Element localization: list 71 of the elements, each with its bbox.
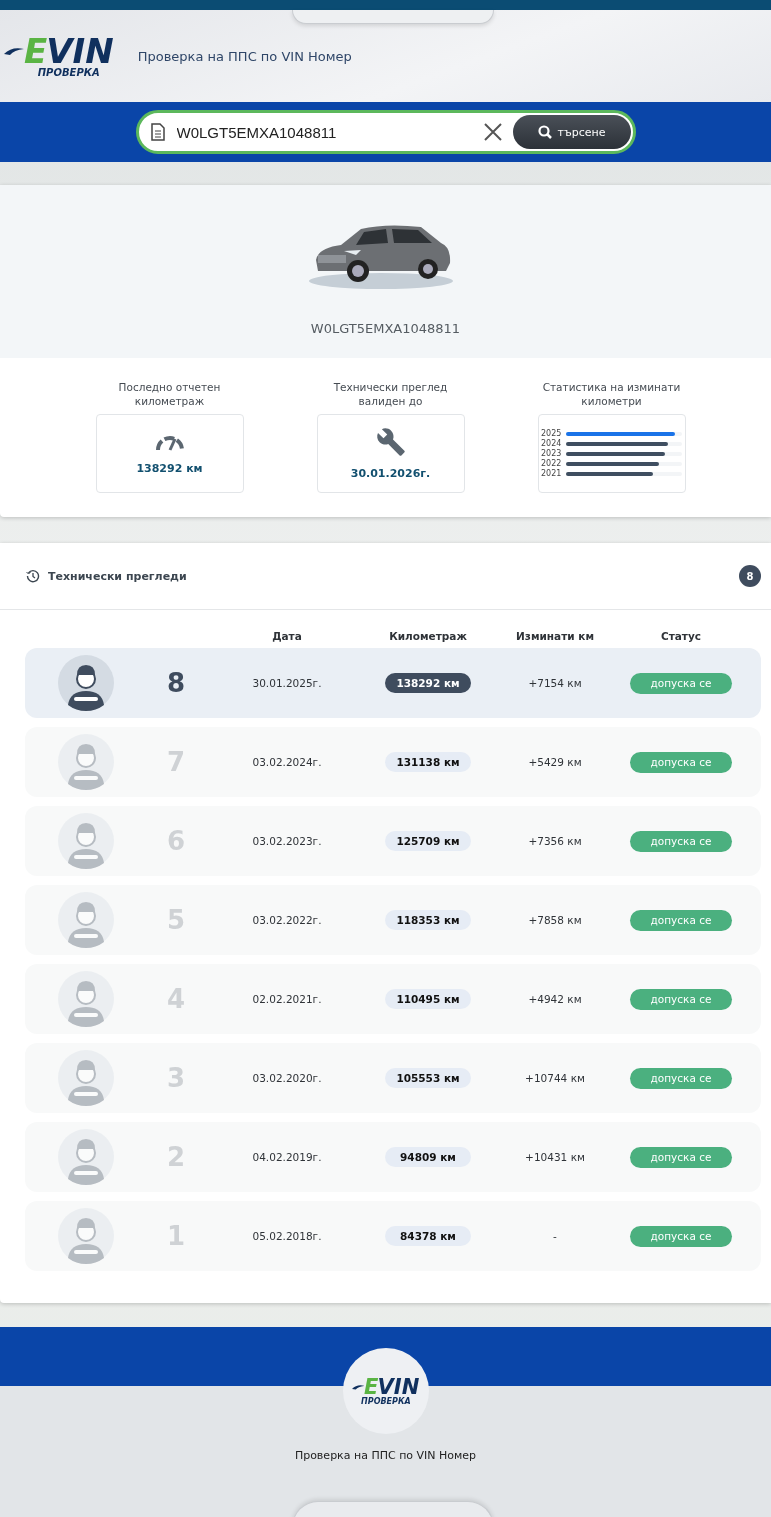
column-header: Статус: [660, 630, 702, 642]
mileage-badge: 94809 км: [385, 1147, 471, 1167]
section-title: Технически прегледи: [48, 569, 187, 583]
distance-text: +7858 км: [528, 914, 582, 926]
mechanic-avatar: [58, 655, 114, 711]
inspection-date: 03.02.2024г.: [252, 756, 322, 768]
column-header: Дата: [271, 630, 303, 642]
mileage-badge: 110495 км: [385, 989, 471, 1009]
mechanic-avatar: [58, 734, 114, 790]
distance-text: +7356 км: [528, 835, 582, 847]
mileage-badge: 84378 км: [385, 1226, 471, 1246]
mechanic-avatar: [58, 1129, 114, 1185]
distance-text: +10744 км: [525, 1072, 585, 1084]
distance-text: -: [553, 1230, 557, 1242]
leaf-icon: [351, 1383, 365, 1391]
history-icon: [26, 569, 40, 583]
wrench-icon: [375, 427, 406, 457]
mileage-badge: 125709 км: [385, 831, 471, 851]
stat-label: Технически преглед валиден до: [332, 380, 449, 408]
mileage-badge: 138292 км: [385, 673, 471, 693]
search-icon: [537, 125, 552, 139]
chart-year: 2024: [541, 439, 563, 448]
mileage-badge: 118353 км: [385, 910, 471, 930]
inspection-date: 04.02.2019г.: [252, 1151, 322, 1163]
chart-year: 2021: [541, 469, 563, 478]
stat-value: 138292 км: [136, 462, 203, 475]
mechanic-avatar: [58, 1208, 114, 1264]
mechanic-avatar: [58, 892, 114, 948]
status-badge: допуска се: [630, 988, 732, 1010]
status-badge: допуска се: [630, 1225, 732, 1247]
chart-year: 2022: [541, 459, 563, 468]
inspection-date: 02.02.2021г.: [252, 993, 322, 1005]
chart-year: 2025: [541, 429, 563, 438]
status-badge: допуска се: [630, 909, 732, 931]
status-badge: допуска се: [630, 751, 732, 773]
status-badge: допуска се: [630, 672, 732, 694]
inspection-date: 03.02.2020г.: [252, 1072, 322, 1084]
mileage-badge: 131138 км: [385, 752, 471, 772]
chart-year: 2023: [541, 449, 563, 458]
distance-text: +4942 км: [528, 993, 582, 1005]
mechanic-avatar: [58, 813, 114, 869]
distance-text: +10431 км: [525, 1151, 585, 1163]
mechanic-avatar: [58, 1050, 114, 1106]
document-icon: [150, 123, 165, 141]
stat-label: Последно отчетен километраж: [117, 380, 222, 408]
vin-number: W0LGT5EMXA1048811: [310, 321, 461, 336]
footer-tagline: Проверка на ППС по VIN Номер: [294, 1449, 477, 1462]
inspection-number: 8: [166, 668, 186, 698]
count-badge: 8: [739, 565, 761, 587]
leaf-icon: [4, 46, 24, 56]
column-header: Километраж: [388, 630, 468, 642]
evin-logo[interactable]: EVIN ПРОВЕРКА: [4, 34, 114, 78]
vin-search-field[interactable]: W0LGT5EMXA1048811 търсене: [135, 110, 636, 154]
inspection-date: 03.02.2023г.: [252, 835, 322, 847]
column-header: Изминати км: [515, 630, 595, 642]
distance-text: +5429 км: [528, 756, 582, 768]
search-button[interactable]: търсене: [512, 115, 631, 149]
inspection-date: 30.01.2025г.: [252, 677, 322, 689]
inspection-row[interactable]: 8 30.01.2025г. 138292 км +7154 км допуска се: [25, 648, 761, 718]
close-icon[interactable]: [482, 122, 503, 142]
inspection-date: 05.02.2018г.: [252, 1230, 322, 1242]
inspection-date: 03.02.2022г.: [252, 914, 322, 926]
stat-value: 30.01.2026г.: [350, 467, 431, 480]
mechanic-avatar: [58, 971, 114, 1027]
status-badge: допуска се: [630, 830, 732, 852]
distance-text: +7154 км: [528, 677, 582, 689]
site-tagline: Проверка на ППС по VIN Номер: [137, 48, 352, 64]
stat-label: Статистика на изминати километри: [541, 380, 682, 408]
status-badge: допуска се: [630, 1067, 732, 1089]
status-badge: допуска се: [630, 1146, 732, 1168]
mileage-badge: 105553 км: [385, 1068, 471, 1088]
